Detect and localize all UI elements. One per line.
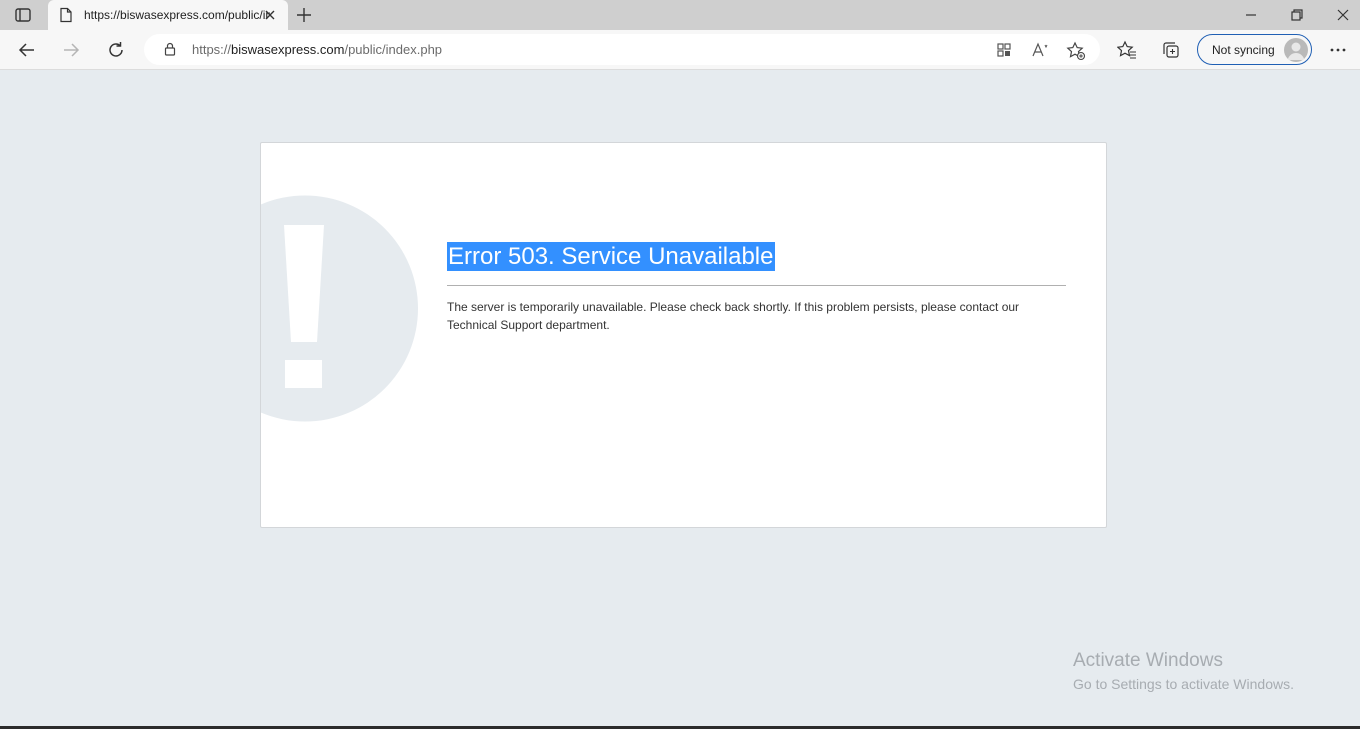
- page-icon: [58, 7, 74, 28]
- plus-icon[interactable]: [294, 5, 314, 30]
- divider: [447, 285, 1066, 286]
- browser-toolbar: https://biswasexpress.com/public/index.p…: [0, 30, 1360, 70]
- error-title: Error 503. Service Unavailable: [447, 242, 775, 271]
- error-message: The server is temporarily unavailable. P…: [447, 300, 1020, 332]
- more-icon[interactable]: [1328, 40, 1348, 65]
- watermark-subtitle: Go to Settings to activate Windows.: [1073, 676, 1294, 692]
- watermark-title: Activate Windows: [1073, 650, 1223, 671]
- profile-label: Not syncing: [1212, 43, 1275, 57]
- refresh-icon[interactable]: [106, 40, 126, 65]
- tab-active[interactable]: https://biswasexpress.com/public/index.p…: [48, 0, 288, 30]
- lock-icon[interactable]: [162, 41, 178, 62]
- url-host: biswasexpress.com: [231, 42, 345, 57]
- close-icon[interactable]: [262, 7, 278, 28]
- exclamation-icon: [261, 195, 418, 422]
- tab-actions-icon[interactable]: [12, 6, 34, 24]
- collections-icon[interactable]: [1161, 40, 1181, 65]
- url-scheme: https://: [192, 42, 232, 57]
- profile-button[interactable]: Not syncing: [1197, 34, 1312, 65]
- error-card: Error 503. Service Unavailable The serve…: [260, 142, 1107, 528]
- window-close-icon[interactable]: [1334, 6, 1352, 29]
- back-arrow-icon[interactable]: [17, 40, 37, 65]
- tab-title: https://biswasexpress.com/public/index.p…: [84, 8, 270, 22]
- app-available-icon[interactable]: [995, 41, 1013, 64]
- address-bar[interactable]: https://biswasexpress.com/public/index.p…: [144, 34, 1100, 65]
- url-text: https://biswasexpress.com/public/index.p…: [192, 42, 442, 57]
- minimize-icon[interactable]: [1242, 6, 1260, 29]
- url-path: /public/index.php: [344, 42, 443, 57]
- read-aloud-icon[interactable]: [1031, 41, 1051, 64]
- favorites-icon[interactable]: [1116, 40, 1137, 65]
- tab-strip: https://biswasexpress.com/public/index.p…: [0, 0, 1360, 30]
- avatar: [1284, 38, 1308, 62]
- add-favorite-icon[interactable]: [1066, 41, 1086, 66]
- activation-watermark: Activate Windows Go to Settings to activ…: [1073, 650, 1294, 696]
- forward-arrow-icon[interactable]: [61, 40, 81, 65]
- restore-icon[interactable]: [1288, 6, 1306, 29]
